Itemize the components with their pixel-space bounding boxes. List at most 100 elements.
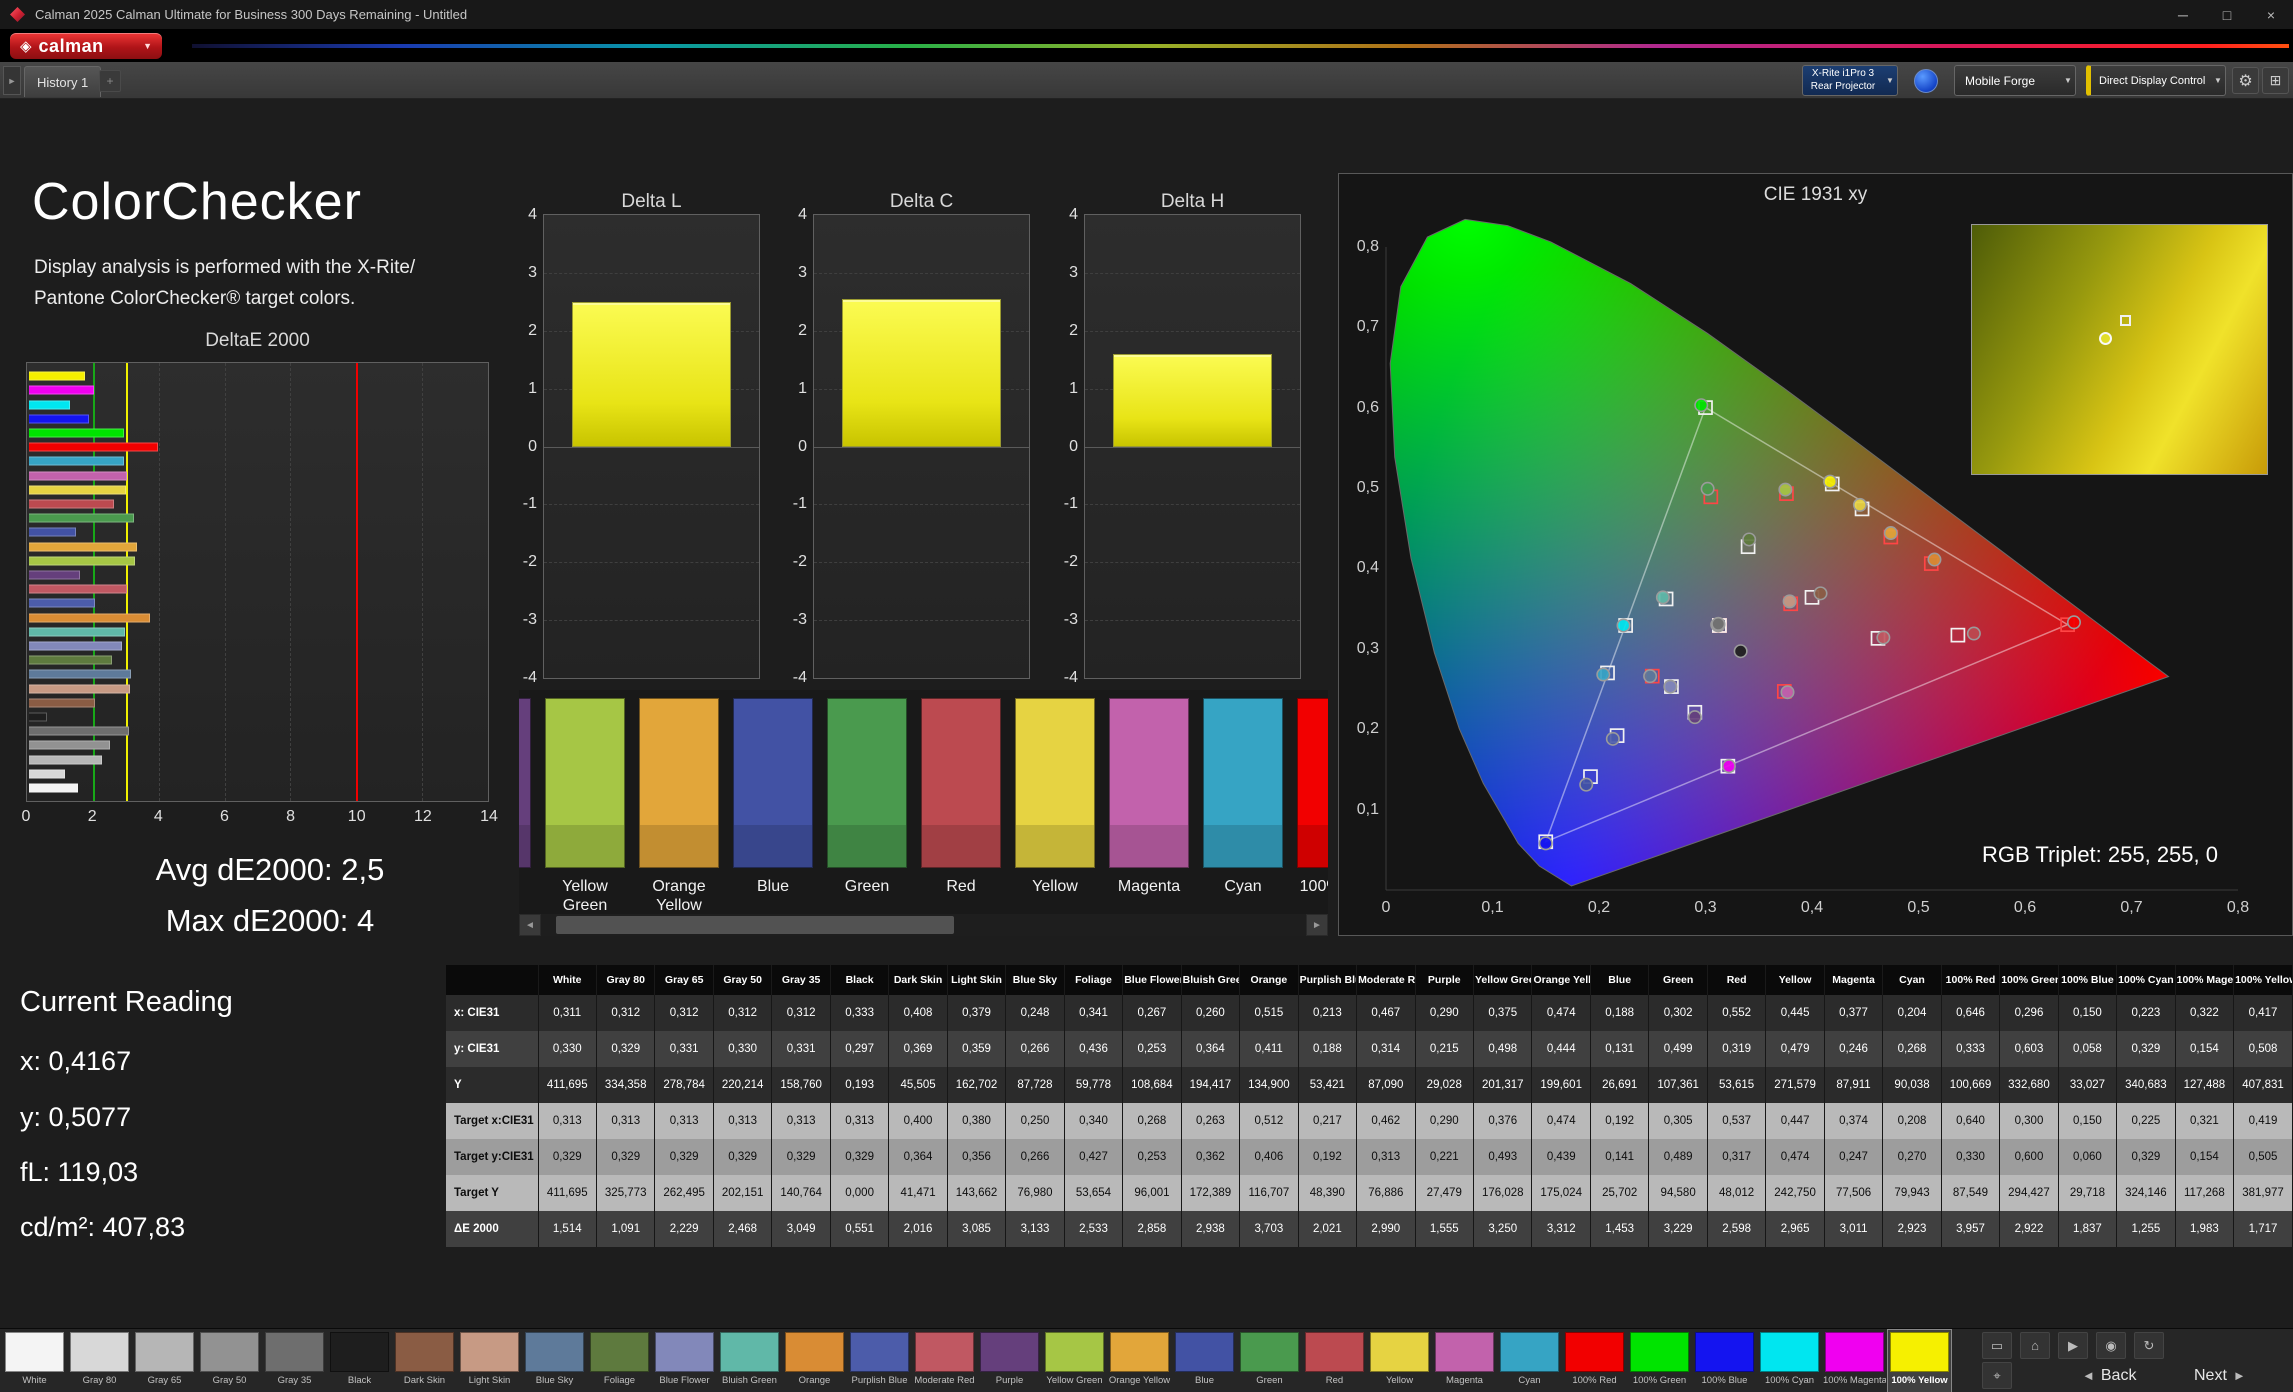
- cie-measured-marker: [1657, 591, 1669, 603]
- patch-strip-scrollbar[interactable]: ◄ ►: [519, 914, 1328, 936]
- settings-gear-icon[interactable]: ⚙: [2232, 67, 2259, 94]
- deltae-bar-row: [29, 667, 486, 681]
- table-cell: 0,322: [2175, 995, 2233, 1031]
- patch-button[interactable]: Magenta: [1433, 1330, 1496, 1392]
- patch-button[interactable]: Red: [1303, 1330, 1366, 1392]
- y-axis-label: 0: [528, 438, 537, 456]
- patch-button[interactable]: 100% Red: [1563, 1330, 1626, 1392]
- chevron-down-icon: ▼: [143, 41, 152, 51]
- patch-button[interactable]: 100% Green: [1628, 1330, 1691, 1392]
- patch-button[interactable]: Yellow Green: [1043, 1330, 1106, 1392]
- swatch-item[interactable]: Green: [827, 698, 907, 915]
- patch-color: [785, 1332, 844, 1372]
- scroll-left-icon[interactable]: ◄: [519, 914, 541, 936]
- patch-button[interactable]: Dark Skin: [393, 1330, 456, 1392]
- add-tab-button[interactable]: +: [99, 70, 121, 92]
- patch-button[interactable]: Purple: [978, 1330, 1041, 1392]
- patch-button[interactable]: 100% Magenta: [1823, 1330, 1886, 1392]
- patch-button[interactable]: Gray 35: [263, 1330, 326, 1392]
- source-select-button[interactable]: Mobile Forge ▼: [1954, 65, 2076, 96]
- patch-button[interactable]: Foliage: [588, 1330, 651, 1392]
- calman-menu-button[interactable]: ◈ calman ▼: [10, 33, 162, 59]
- patch-button[interactable]: Gray 80: [68, 1330, 131, 1392]
- table-cell: 2,923: [1883, 1211, 1941, 1247]
- meter-select-button[interactable]: X-Rite i1Pro 3 Rear Projector ▼: [1802, 65, 1898, 96]
- table-cell: 41,471: [889, 1175, 947, 1211]
- patch-button[interactable]: Blue: [1173, 1330, 1236, 1392]
- patch-color: [655, 1332, 714, 1372]
- patch-button[interactable]: Orange: [783, 1330, 846, 1392]
- swatch-label: Orange Yellow: [639, 877, 719, 915]
- minimize-button[interactable]: ─: [2161, 0, 2205, 30]
- swatch-item[interactable]: Magenta: [1109, 698, 1189, 915]
- patch-button[interactable]: White: [3, 1330, 66, 1392]
- cie-y-tick: 0,6: [1357, 399, 1379, 417]
- patch-color: [1305, 1332, 1364, 1372]
- y-axis-label: 0: [798, 438, 807, 456]
- layout-grid-icon[interactable]: ⊞: [2262, 67, 2289, 94]
- gridline: [1085, 562, 1300, 563]
- patch-button-label: 100% Blue: [1693, 1372, 1756, 1390]
- patch-button[interactable]: Blue Flower: [653, 1330, 716, 1392]
- deltae-bar: [29, 542, 137, 551]
- table-cell: 108,684: [1123, 1067, 1181, 1103]
- back-button[interactable]: ◄ Back: [2082, 1362, 2136, 1389]
- home-icon[interactable]: ⌂: [2020, 1332, 2050, 1359]
- patch-button[interactable]: 100% Cyan: [1758, 1330, 1821, 1392]
- swatch-item[interactable]: Blue: [733, 698, 813, 915]
- patch-button[interactable]: Cyan: [1498, 1330, 1561, 1392]
- patch-button[interactable]: Purplish Blue: [848, 1330, 911, 1392]
- table-cell: 0,302: [1649, 995, 1707, 1031]
- scrollbar-track[interactable]: [541, 914, 1306, 936]
- play-icon[interactable]: ▶: [2058, 1332, 2088, 1359]
- refresh-icon[interactable]: ↻: [2134, 1332, 2164, 1359]
- patch-button[interactable]: Orange Yellow: [1108, 1330, 1171, 1392]
- patch-button[interactable]: Blue Sky: [523, 1330, 586, 1392]
- deltae-bar-row: [29, 653, 486, 667]
- swatch-item[interactable]: 100% Red: [1297, 698, 1328, 915]
- scroll-right-icon[interactable]: ►: [1306, 914, 1328, 936]
- tab-history-1[interactable]: History 1: [24, 66, 101, 97]
- maximize-button[interactable]: □: [2205, 0, 2249, 30]
- patch-button[interactable]: 100% Blue: [1693, 1330, 1756, 1392]
- close-button[interactable]: ×: [2249, 0, 2293, 30]
- patch-button[interactable]: Black: [328, 1330, 391, 1392]
- patch-button[interactable]: Gray 65: [133, 1330, 196, 1392]
- table-cell: 0,374: [1824, 1103, 1882, 1139]
- cie-measured-marker: [2068, 616, 2080, 628]
- patch-button[interactable]: Light Skin: [458, 1330, 521, 1392]
- table-cell: 0,603: [2000, 1031, 2058, 1067]
- patch-button[interactable]: Gray 50: [198, 1330, 261, 1392]
- table-cell: 29,028: [1415, 1067, 1473, 1103]
- cie-y-axis: 0,10,20,30,40,50,60,70,8: [1339, 174, 1379, 935]
- record-icon[interactable]: ◉: [2096, 1332, 2126, 1359]
- scrollbar-thumb[interactable]: [556, 916, 954, 934]
- display-icon[interactable]: ▭: [1982, 1332, 2012, 1359]
- swatch-item[interactable]: Yellow: [1015, 698, 1095, 915]
- table-cell: 0,505: [2234, 1139, 2293, 1175]
- table-cell: 162,702: [947, 1067, 1005, 1103]
- tab-scroll-button[interactable]: ►: [3, 66, 21, 95]
- swatch-item[interactable]: Red: [921, 698, 1001, 915]
- patch-preview-row: WhiteGray 80Gray 65Gray 50Gray 35BlackDa…: [519, 698, 1328, 915]
- search-icon[interactable]: ⌖: [1982, 1362, 2012, 1389]
- display-control-button[interactable]: Direct Display Control ▼: [2086, 65, 2226, 96]
- table-cell: 0,319: [1707, 1031, 1765, 1067]
- table-cell: 77,506: [1824, 1175, 1882, 1211]
- y-axis-label: 1: [1069, 380, 1078, 398]
- rgb-triplet-readout: RGB Triplet: 255, 255, 0: [1982, 842, 2218, 868]
- swatch-item[interactable]: Purple: [519, 698, 531, 915]
- table-row-label: Target x:CIE31: [446, 1103, 538, 1139]
- probe-status-badge[interactable]: [1914, 69, 1938, 93]
- swatch-item[interactable]: Cyan: [1203, 698, 1283, 915]
- swatch-item[interactable]: Orange Yellow: [639, 698, 719, 915]
- patch-button[interactable]: 100% Yellow: [1888, 1330, 1951, 1392]
- patch-button[interactable]: Yellow: [1368, 1330, 1431, 1392]
- patch-button[interactable]: Green: [1238, 1330, 1301, 1392]
- swatch-item[interactable]: Yellow Green: [545, 698, 625, 915]
- table-row: y: CIE310,3300,3290,3310,3300,3310,2970,…: [446, 1031, 2293, 1067]
- swatch-label: Magenta: [1109, 877, 1189, 896]
- patch-button[interactable]: Moderate Red: [913, 1330, 976, 1392]
- patch-button[interactable]: Bluish Green: [718, 1330, 781, 1392]
- next-button[interactable]: Next ►: [2194, 1362, 2246, 1389]
